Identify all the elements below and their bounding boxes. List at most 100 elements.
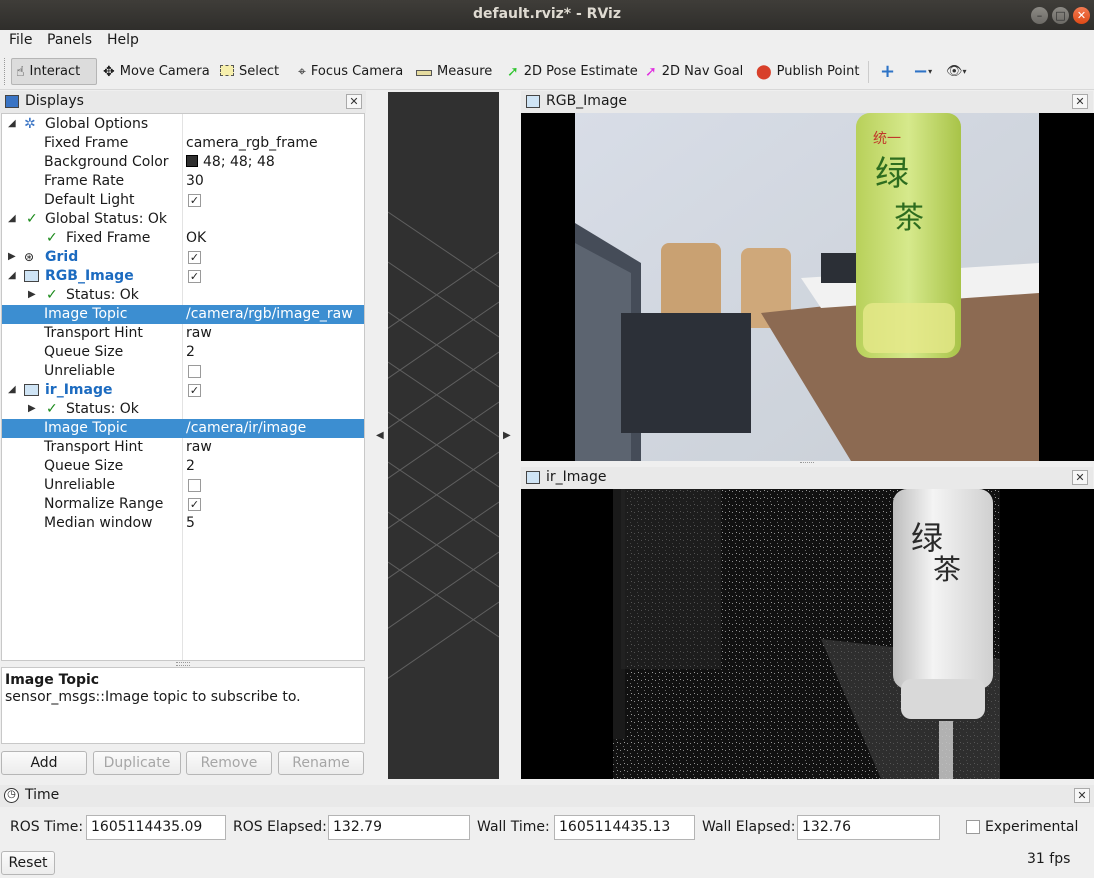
expand-arrow-icon[interactable]: ◢: [8, 384, 16, 395]
move-camera-label: Move Camera: [119, 64, 210, 79]
minimize-button[interactable]: –: [1031, 7, 1048, 24]
wall-time-field[interactable]: 1605114435.13: [554, 815, 695, 840]
tree-row-background-color[interactable]: Background Color 48; 48; 48: [2, 153, 364, 172]
focus-camera-tool-button[interactable]: ⌖ Focus Camera: [294, 58, 407, 85]
tree-row-rgb-transport-hint[interactable]: Transport Hint raw: [2, 324, 364, 343]
ir-queue-size-value[interactable]: 2: [186, 458, 195, 474]
tree-row-ir-unreliable[interactable]: Unreliable: [2, 476, 364, 495]
ir-transport-hint-value[interactable]: raw: [186, 439, 212, 455]
rgb-queue-size-value[interactable]: 2: [186, 344, 195, 360]
interact-tool-button[interactable]: ☝ Interact: [11, 58, 97, 85]
expand-arrow-icon[interactable]: ◢: [8, 213, 16, 224]
background-color-label: Background Color: [44, 154, 169, 170]
tree-row-rgb-image-topic[interactable]: Image Topic /camera/rgb/image_raw: [2, 305, 364, 324]
ros-elapsed-field[interactable]: 132.79: [328, 815, 470, 840]
splitter-handle[interactable]: [800, 462, 814, 465]
tree-row-ir-median-window[interactable]: Median window 5: [2, 514, 364, 533]
close-time-panel-icon[interactable]: ✕: [1074, 788, 1090, 803]
publish-point-label: Publish Point: [776, 64, 860, 79]
remove-tool-icon[interactable]: − ▾: [909, 58, 936, 85]
menu-panels[interactable]: Panels: [47, 32, 92, 48]
toolbar-grip[interactable]: [4, 58, 6, 85]
collapse-arrow-icon[interactable]: ▶: [28, 289, 36, 300]
publish-point-tool-button[interactable]: ⬤ Publish Point: [752, 58, 863, 85]
tree-row-rgb-image[interactable]: ◢ RGB_Image ✓: [2, 267, 364, 286]
title-bar: default.rviz* - RViz – □ ✕: [0, 0, 1094, 30]
ir-image-checkbox[interactable]: ✓: [188, 384, 201, 397]
gear-icon: ✲: [24, 116, 36, 132]
tree-row-rgb-unreliable[interactable]: Unreliable: [2, 362, 364, 381]
rgb-image-view[interactable]: 统一 绿 茶: [521, 113, 1094, 461]
menu-file[interactable]: File: [9, 32, 32, 48]
tree-row-rgb-status[interactable]: ▶ ✓ Status: Ok: [2, 286, 364, 305]
reset-button[interactable]: Reset: [1, 851, 55, 875]
eye-icon[interactable]: 👁 ▾: [942, 58, 971, 85]
duplicate-button[interactable]: Duplicate: [93, 751, 181, 775]
wall-elapsed-field[interactable]: 132.76: [797, 815, 940, 840]
tree-row-ir-image-topic[interactable]: Image Topic /camera/ir/image: [2, 419, 364, 438]
close-ir-panel-icon[interactable]: ✕: [1072, 470, 1088, 485]
ir-unreliable-checkbox[interactable]: [188, 479, 201, 492]
magenta-arrow-icon: ➚: [645, 63, 657, 80]
tree-row-ir-queue-size[interactable]: Queue Size 2: [2, 457, 364, 476]
ir-normalize-range-checkbox[interactable]: ✓: [188, 498, 201, 511]
ir-image-panel-header: ir_Image ✕: [521, 467, 1093, 489]
expand-arrow-icon[interactable]: ◢: [8, 270, 16, 281]
tree-row-rgb-queue-size[interactable]: Queue Size 2: [2, 343, 364, 362]
time-panel-title: Time: [25, 787, 60, 803]
add-button[interactable]: Add: [1, 751, 87, 775]
ir-image-view[interactable]: 绿 茶: [521, 489, 1094, 779]
3d-render-view[interactable]: [388, 92, 499, 779]
move-camera-tool-button[interactable]: ✥ Move Camera: [99, 58, 214, 85]
displays-tree[interactable]: ◢ ✲ Global Options Fixed Frame camera_rg…: [1, 113, 365, 661]
clock-icon: ◷: [4, 788, 19, 803]
rgb-transport-hint-value[interactable]: raw: [186, 325, 212, 341]
global-status-label: Global Status: Ok: [45, 211, 168, 227]
tree-row-frame-rate[interactable]: Frame Rate 30: [2, 172, 364, 191]
close-rgb-panel-icon[interactable]: ✕: [1072, 94, 1088, 109]
status-fixed-frame-label: Fixed Frame: [66, 230, 151, 246]
tree-row-ir-transport-hint[interactable]: Transport Hint raw: [2, 438, 364, 457]
rgb-image-checkbox[interactable]: ✓: [188, 270, 201, 283]
select-tool-button[interactable]: Select: [216, 58, 283, 85]
add-tool-icon[interactable]: +: [876, 58, 899, 85]
collapse-arrow-icon[interactable]: ▶: [8, 251, 16, 262]
tree-row-fixed-frame[interactable]: Fixed Frame camera_rgb_frame: [2, 134, 364, 153]
tree-row-global-status[interactable]: ◢ ✓ Global Status: Ok: [2, 210, 364, 229]
pose-estimate-tool-button[interactable]: ➚ 2D Pose Estimate: [503, 58, 642, 85]
frame-rate-value[interactable]: 30: [186, 173, 204, 189]
ir-median-window-value[interactable]: 5: [186, 515, 195, 531]
experimental-checkbox[interactable]: [966, 820, 980, 834]
ruler-icon: [416, 64, 432, 80]
rename-button[interactable]: Rename: [278, 751, 364, 775]
close-button[interactable]: ✕: [1073, 7, 1090, 24]
collapse-right-arrow-icon[interactable]: ▶: [503, 430, 511, 441]
ros-time-field[interactable]: 1605114435.09: [86, 815, 226, 840]
tree-row-status-fixed-frame[interactable]: ✓ Fixed Frame OK: [2, 229, 364, 248]
tree-row-default-light[interactable]: Default Light ✓: [2, 191, 364, 210]
tree-row-ir-normalize-range[interactable]: Normalize Range ✓: [2, 495, 364, 514]
ir-image-topic-label: Image Topic: [44, 420, 128, 436]
grid-lines: [388, 211, 499, 679]
expand-arrow-icon[interactable]: ◢: [8, 118, 16, 129]
menu-help[interactable]: Help: [107, 32, 139, 48]
ir-image-topic-value[interactable]: /camera/ir/image: [186, 420, 306, 436]
collapse-arrow-icon[interactable]: ▶: [28, 403, 36, 414]
grid-checkbox[interactable]: ✓: [188, 251, 201, 264]
fixed-frame-value[interactable]: camera_rgb_frame: [186, 135, 318, 151]
splitter-handle[interactable]: [176, 662, 190, 666]
tree-row-global-options[interactable]: ◢ ✲ Global Options: [2, 115, 364, 134]
collapse-left-arrow-icon[interactable]: ◀: [376, 430, 384, 441]
close-displays-icon[interactable]: ✕: [346, 94, 362, 109]
measure-tool-button[interactable]: Measure: [412, 58, 496, 85]
maximize-button[interactable]: □: [1052, 7, 1069, 24]
tree-row-ir-status[interactable]: ▶ ✓ Status: Ok: [2, 400, 364, 419]
rgb-image-topic-value[interactable]: /camera/rgb/image_raw: [186, 306, 353, 322]
nav-goal-tool-button[interactable]: ➚ 2D Nav Goal: [641, 58, 747, 85]
rgb-unreliable-checkbox[interactable]: [188, 365, 201, 378]
tree-row-grid[interactable]: ▶ ⊛ Grid ✓: [2, 248, 364, 267]
tree-row-ir-image[interactable]: ◢ ir_Image ✓: [2, 381, 364, 400]
default-light-checkbox[interactable]: ✓: [188, 194, 201, 207]
background-color-value[interactable]: 48; 48; 48: [186, 154, 275, 170]
remove-button[interactable]: Remove: [186, 751, 272, 775]
